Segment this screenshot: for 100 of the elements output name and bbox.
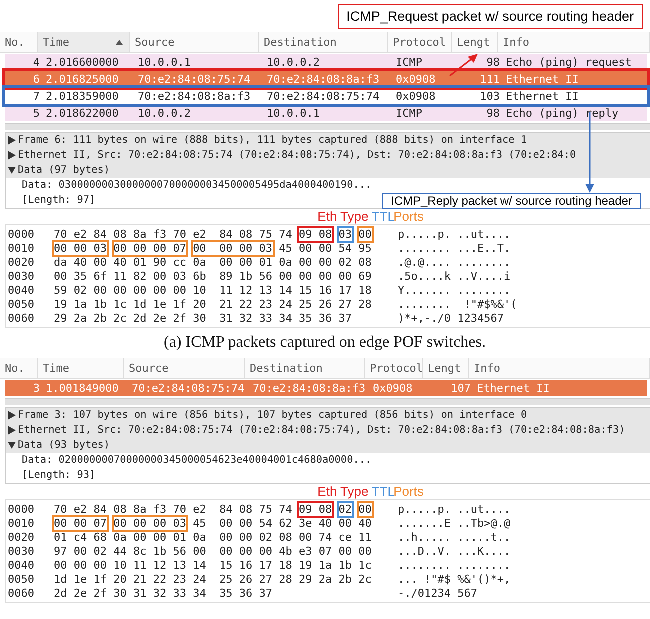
byte-offset: 0010 bbox=[7, 242, 36, 254]
tree-item[interactable]: Data: 02000000070000000345000054623e40004001c4680a0000... bbox=[22, 455, 372, 466]
ascii-dump: p.....p. ..ut.... bbox=[398, 502, 511, 516]
table-cell-text: 10.0.0.2 bbox=[137, 106, 192, 120]
table-cell-text: 2.018622000 bbox=[45, 106, 120, 120]
tree-item[interactable]: Data (93 bytes) bbox=[6, 438, 650, 453]
tree-item[interactable]: Frame 3: 107 bytes on wire (856 bits), 107 bytes captured (856 bits) on interface 0 bbox=[6, 408, 650, 423]
column-header[interactable]: Destination bbox=[245, 358, 365, 378]
byte-offset: 0050 bbox=[7, 572, 36, 586]
column-header[interactable]: Lengt bbox=[423, 358, 469, 378]
ascii-dump: .......E ..Tb>@.@ bbox=[398, 516, 511, 530]
hex-bytes: 45 00 00 54 95 bbox=[279, 242, 372, 254]
table-cell-text: 10.0.0.1 bbox=[137, 56, 192, 68]
tree-item[interactable]: Data (97 bytes) bbox=[6, 163, 650, 178]
column-header[interactable]: Info bbox=[498, 32, 650, 52]
hex-bytes: 00 00 00 03 bbox=[114, 516, 186, 530]
tree-item[interactable]: [Length: 93] bbox=[22, 470, 96, 481]
hex-bytes: 00 bbox=[358, 502, 372, 516]
byte-offset: 0000 bbox=[7, 502, 36, 516]
hex-bytes: 2d 2e 2f 30 31 32 33 34 35 36 37 bbox=[54, 586, 273, 600]
tree-item[interactable]: [Length: 97] bbox=[22, 195, 96, 206]
hex-bytes: 00 35 6f 11 82 00 03 6b 89 1b 56 00 00 00 00 69 bbox=[54, 270, 372, 282]
byte-offset: 0020 bbox=[7, 256, 36, 268]
byte-offset: 0040 bbox=[7, 284, 36, 296]
hex-bytes: 70 e2 84 08 8a f3 70 e2 84 08 75 74 bbox=[54, 502, 294, 516]
arrow bbox=[450, 54, 478, 77]
column-header[interactable]: Source bbox=[130, 32, 259, 52]
table-cell-text: 70:e2:84:08:8a:f3 bbox=[137, 90, 252, 102]
tree-item[interactable]: Frame 6: 111 bytes on wire (888 bits), 111 bytes captured (888 bits) on interface 1 bbox=[6, 133, 650, 148]
column-header[interactable]: Lengt bbox=[452, 32, 498, 52]
byte-offset: 0000 bbox=[7, 228, 36, 240]
hex-bytes: 00 00 00 10 11 12 13 14 15 16 17 18 19 1a 1b 1c bbox=[54, 558, 372, 572]
packet-row[interactable]: 5 2.018622000 10.0.0.2 10.0.0.1 ICMP 98 Echo (ping) reply bbox=[5, 105, 647, 121]
ascii-dump: p.....p. ..ut.... bbox=[398, 228, 511, 240]
splitter-bar[interactable] bbox=[5, 398, 650, 405]
hex-bytes: 03 bbox=[338, 228, 352, 240]
column-header[interactable]: Protocol bbox=[388, 32, 452, 52]
table-cell-text: 10.0.0.2 bbox=[266, 56, 321, 68]
ascii-dump: -./01234 567 bbox=[398, 586, 478, 600]
ascii-dump: Y....... ........ bbox=[398, 284, 511, 296]
hex-bytes: 00 00 03 bbox=[54, 242, 107, 254]
column-header[interactable]: Time bbox=[38, 32, 130, 52]
table-cell-text: 103 bbox=[479, 90, 501, 102]
tree-item[interactable]: Ethernet II, Src: 70:e2:84:08:75:74 (70:e2:84:08:75:74), Dst: 70:e2:84:08:8a:f3 (70:e2:84:08:8a:f3) bbox=[6, 423, 650, 438]
ascii-dump: )*+,-./0 1234567 bbox=[398, 312, 504, 324]
packet-row[interactable]: 4 2.016600000 10.0.0.1 10.0.0.2 ICMP 98 Echo (ping) request bbox=[5, 54, 647, 70]
hex-bytes: 29 2a 2b 2c 2d 2e 2f 30 31 32 33 34 35 36 37 bbox=[54, 312, 352, 324]
field-label: TTL bbox=[372, 209, 395, 224]
table-cell-text: 98 bbox=[486, 56, 501, 68]
figure-caption: (a) ICMP packets captured on edge POF switches. bbox=[163, 333, 487, 353]
ascii-dump: ..h..... .....t.. bbox=[398, 530, 511, 544]
byte-offset: 0050 bbox=[7, 298, 36, 310]
ascii-dump: .5o....k ..V....i bbox=[398, 270, 511, 282]
byte-offset: 0010 bbox=[7, 516, 36, 530]
hex-bytes: 09 08 bbox=[299, 502, 332, 516]
table-cell-text: 4 bbox=[32, 56, 41, 68]
hex-bytes: 00 bbox=[358, 228, 372, 240]
table-cell-text: Ethernet II bbox=[505, 90, 580, 102]
hex-bytes: 00 00 00 07 bbox=[114, 242, 186, 254]
tree-item[interactable]: Data: 030000000300000007000000034500005495da4000400190... bbox=[22, 180, 372, 191]
column-header[interactable]: Protocol bbox=[365, 358, 423, 378]
table-cell-text: 70:e2:84:08:75:74 bbox=[131, 382, 246, 394]
table-cell-text: 6 bbox=[32, 72, 41, 86]
column-header[interactable]: Source bbox=[124, 358, 245, 378]
column-header[interactable]: Destination bbox=[259, 32, 388, 52]
table-cell-text: 2.018359000 bbox=[45, 90, 120, 102]
column-header[interactable]: Time bbox=[38, 358, 124, 378]
table-cell-text: 70:e2:84:08:8a:f3 bbox=[252, 382, 367, 394]
splitter-bar[interactable] bbox=[5, 123, 650, 130]
table-cell-text: Ethernet II bbox=[505, 72, 580, 86]
hex-bytes: 45 00 00 54 62 3e 40 00 40 bbox=[193, 516, 372, 530]
ascii-dump: ........ !"#$%&'( bbox=[398, 298, 518, 310]
hex-bytes: 19 1a 1b 1c 1d 1e 1f 20 21 22 23 24 25 26 27 28 bbox=[54, 298, 372, 310]
hex-bytes: 00 00 00 03 bbox=[193, 242, 273, 254]
table-cell-text: 5 bbox=[32, 106, 41, 120]
table-cell-text: Echo (ping) reply bbox=[505, 106, 620, 120]
byte-offset: 0020 bbox=[7, 530, 36, 544]
ascii-dump: ........ ........ bbox=[398, 558, 511, 572]
column-header[interactable]: No. bbox=[0, 358, 38, 378]
ascii-dump: ...D..V. ...K.... bbox=[398, 544, 511, 558]
byte-offset: 0060 bbox=[7, 312, 36, 324]
field-label: Eth Type bbox=[318, 484, 369, 499]
table-cell-text: 70:e2:84:08:8a:f3 bbox=[266, 72, 381, 86]
table-cell-text: 2.016825000 bbox=[45, 72, 120, 86]
byte-offset: 0030 bbox=[7, 544, 36, 558]
byte-offset: 0030 bbox=[7, 270, 36, 282]
table-cell-text: 111 bbox=[479, 72, 501, 86]
hex-bytes: 02 bbox=[338, 502, 352, 516]
hex-bytes: 01 c4 68 0a 00 00 01 0a 00 00 02 08 00 74 ce 11 bbox=[54, 530, 372, 544]
table-cell-text: 2.016600000 bbox=[45, 56, 120, 68]
table-cell-text: 3 bbox=[32, 382, 41, 394]
byte-offset: 0060 bbox=[7, 586, 36, 600]
tree-item[interactable]: Ethernet II, Src: 70:e2:84:08:75:74 (70:e2:84:08:75:74), Dst: 70:e2:84:08:8a:f3 (70:e2:84:0 bbox=[6, 148, 650, 163]
hex-bytes: 1d 1e 1f 20 21 22 23 24 25 26 27 28 29 2a 2b 2c bbox=[54, 572, 372, 586]
hex-bytes: 59 02 00 00 00 00 00 10 11 12 13 14 15 16 17 18 bbox=[54, 284, 372, 296]
annotation-label: ICMP_Request packet w/ source routing header bbox=[338, 4, 643, 29]
hex-bytes: 97 00 02 44 8c 1b 56 00 00 00 00 4b e3 07 00 00 bbox=[54, 544, 372, 558]
column-header[interactable]: Info bbox=[469, 358, 650, 378]
field-label: TTL bbox=[372, 484, 395, 499]
hex-bytes: 00 00 07 bbox=[54, 516, 107, 530]
